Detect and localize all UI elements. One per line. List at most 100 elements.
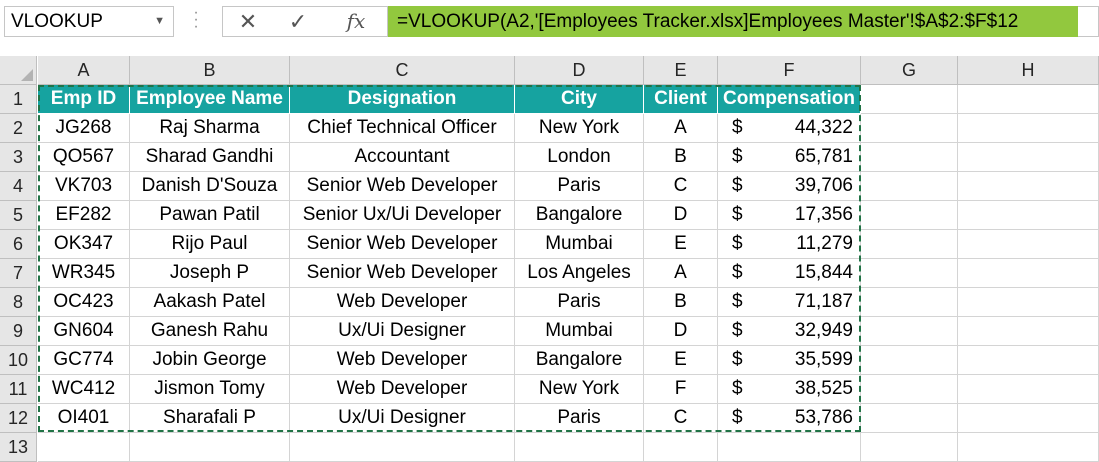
formula-input[interactable]: =VLOOKUP(A2,'[Employees Tracker.xlsx]Emp… xyxy=(388,6,1078,37)
column-header-d[interactable]: D xyxy=(515,56,644,85)
table-cell[interactable]: $38,525 xyxy=(718,375,861,404)
table-cell[interactable]: E xyxy=(644,230,718,259)
table-cell[interactable]: OC423 xyxy=(38,288,130,317)
cancel-icon[interactable]: ✕ xyxy=(226,6,270,37)
table-cell[interactable]: OK347 xyxy=(38,230,130,259)
column-header-f[interactable]: F xyxy=(718,56,861,85)
table-cell[interactable]: WR345 xyxy=(38,259,130,288)
table-cell[interactable]: VK703 xyxy=(38,172,130,201)
table-cell[interactable]: QO567 xyxy=(38,143,130,172)
empty-cell[interactable] xyxy=(958,259,1099,288)
select-all-button[interactable] xyxy=(0,56,37,85)
table-cell[interactable]: B xyxy=(644,143,718,172)
column-header-b[interactable]: B xyxy=(130,56,290,85)
table-header-cell[interactable]: Employee Name xyxy=(130,85,290,114)
table-cell[interactable]: $44,322 xyxy=(718,114,861,143)
table-cell[interactable]: A xyxy=(644,259,718,288)
empty-cell[interactable] xyxy=(958,143,1099,172)
table-cell[interactable]: WC412 xyxy=(38,375,130,404)
table-cell[interactable]: GN604 xyxy=(38,317,130,346)
chevron-down-icon[interactable]: ▼ xyxy=(154,7,165,36)
empty-cell[interactable] xyxy=(861,172,958,201)
empty-cell[interactable] xyxy=(958,346,1099,375)
table-cell[interactable]: Paris xyxy=(515,172,644,201)
empty-cell[interactable] xyxy=(644,433,718,462)
table-cell[interactable]: London xyxy=(515,143,644,172)
empty-cell[interactable] xyxy=(515,433,644,462)
empty-cell[interactable] xyxy=(861,85,958,114)
table-cell[interactable]: Web Developer xyxy=(290,288,515,317)
empty-cell[interactable] xyxy=(861,375,958,404)
table-cell[interactable]: New York xyxy=(515,375,644,404)
table-header-cell[interactable]: Emp ID xyxy=(38,85,130,114)
empty-cell[interactable] xyxy=(958,172,1099,201)
row-header-9[interactable]: 9 xyxy=(0,317,37,346)
empty-cell[interactable] xyxy=(958,375,1099,404)
row-header-10[interactable]: 10 xyxy=(0,346,37,375)
table-cell[interactable]: Ux/Ui Designer xyxy=(290,317,515,346)
table-cell[interactable]: D xyxy=(644,317,718,346)
table-cell[interactable]: $35,599 xyxy=(718,346,861,375)
row-header-3[interactable]: 3 xyxy=(0,143,37,172)
table-cell[interactable]: $32,949 xyxy=(718,317,861,346)
table-cell[interactable]: Senior Web Developer xyxy=(290,230,515,259)
table-header-cell[interactable]: City xyxy=(515,85,644,114)
table-cell[interactable]: Aakash Patel xyxy=(130,288,290,317)
table-cell[interactable]: Paris xyxy=(515,288,644,317)
empty-cell[interactable] xyxy=(958,433,1099,462)
empty-cell[interactable] xyxy=(38,433,130,462)
empty-cell[interactable] xyxy=(958,85,1099,114)
drag-handle-icon[interactable]: · · · xyxy=(193,5,199,35)
table-cell[interactable]: Senior Ux/Ui Developer xyxy=(290,201,515,230)
empty-cell[interactable] xyxy=(861,114,958,143)
table-cell[interactable]: $11,279 xyxy=(718,230,861,259)
expand-formula-bar-button[interactable] xyxy=(1078,6,1099,37)
table-cell[interactable]: $71,187 xyxy=(718,288,861,317)
table-header-cell[interactable]: Client xyxy=(644,85,718,114)
table-cell[interactable]: D xyxy=(644,201,718,230)
empty-cell[interactable] xyxy=(861,433,958,462)
table-header-cell[interactable]: Compensation xyxy=(718,85,861,114)
table-cell[interactable]: B xyxy=(644,288,718,317)
row-header-12[interactable]: 12 xyxy=(0,404,37,433)
column-header-h[interactable]: H xyxy=(958,56,1099,85)
table-cell[interactable]: $17,356 xyxy=(718,201,861,230)
table-cell[interactable]: $15,844 xyxy=(718,259,861,288)
table-cell[interactable]: Mumbai xyxy=(515,317,644,346)
row-header-13[interactable]: 13 xyxy=(0,433,37,462)
enter-icon[interactable]: ✓ xyxy=(276,6,320,37)
table-cell[interactable]: $53,786 xyxy=(718,404,861,433)
empty-cell[interactable] xyxy=(130,433,290,462)
insert-function-icon[interactable]: fx xyxy=(334,6,378,37)
row-header-8[interactable]: 8 xyxy=(0,288,37,317)
column-header-a[interactable]: A xyxy=(38,56,130,85)
empty-cell[interactable] xyxy=(861,317,958,346)
table-cell[interactable]: A xyxy=(644,114,718,143)
empty-cell[interactable] xyxy=(958,230,1099,259)
empty-cell[interactable] xyxy=(958,404,1099,433)
row-header-4[interactable]: 4 xyxy=(0,172,37,201)
empty-cell[interactable] xyxy=(958,201,1099,230)
table-cell[interactable]: Ganesh Rahu xyxy=(130,317,290,346)
table-cell[interactable]: Jobin George xyxy=(130,346,290,375)
table-cell[interactable]: E xyxy=(644,346,718,375)
table-cell[interactable]: GC774 xyxy=(38,346,130,375)
table-cell[interactable]: Sharafali P xyxy=(130,404,290,433)
empty-cell[interactable] xyxy=(861,143,958,172)
table-cell[interactable]: Raj Sharma xyxy=(130,114,290,143)
table-cell[interactable]: F xyxy=(644,375,718,404)
table-header-cell[interactable]: Designation xyxy=(290,85,515,114)
table-cell[interactable]: Jismon Tomy xyxy=(130,375,290,404)
table-cell[interactable]: EF282 xyxy=(38,201,130,230)
table-cell[interactable]: Los Angeles xyxy=(515,259,644,288)
table-cell[interactable]: C xyxy=(644,404,718,433)
empty-cell[interactable] xyxy=(861,404,958,433)
table-cell[interactable]: Web Developer xyxy=(290,346,515,375)
table-cell[interactable]: Pawan Patil xyxy=(130,201,290,230)
empty-cell[interactable] xyxy=(861,201,958,230)
table-cell[interactable]: Mumbai xyxy=(515,230,644,259)
empty-cell[interactable] xyxy=(958,288,1099,317)
table-cell[interactable]: Senior Web Developer xyxy=(290,172,515,201)
table-cell[interactable]: JG268 xyxy=(38,114,130,143)
table-cell[interactable]: New York xyxy=(515,114,644,143)
